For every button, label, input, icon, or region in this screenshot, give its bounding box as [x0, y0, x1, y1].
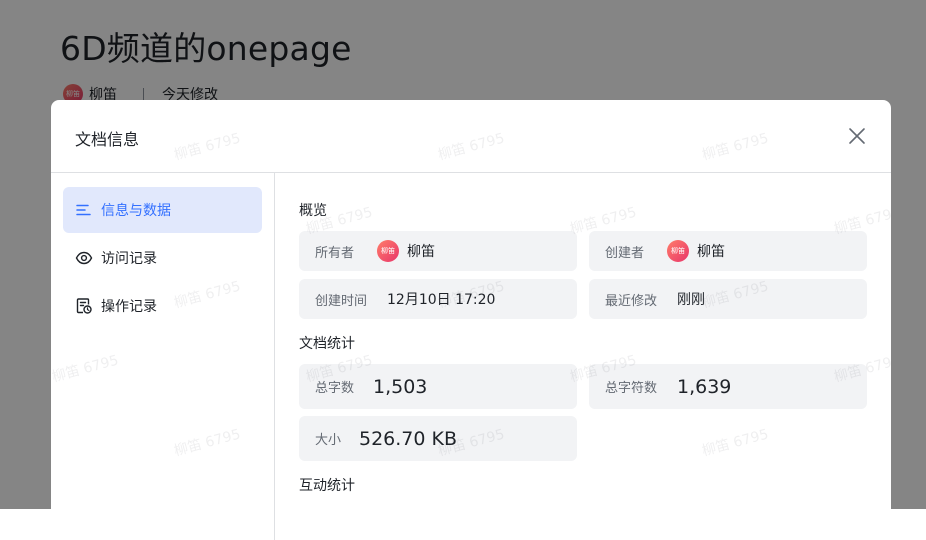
- modal-header: 文档信息: [51, 100, 891, 173]
- owner-card: 所有者 柳笛 柳笛: [299, 231, 577, 271]
- creator-avatar: 柳笛: [667, 240, 689, 262]
- file-size-label: 大小: [315, 433, 342, 448]
- owner-label: 所有者: [315, 245, 355, 261]
- nav-item-label: 操作记录: [101, 299, 157, 315]
- word-count-card: 总字数 1,503: [299, 364, 577, 409]
- file-size-card: 大小 526.70 KB: [299, 416, 577, 461]
- overview-title: 概览: [299, 203, 327, 219]
- list-icon: [76, 204, 91, 216]
- nav-item-label: 访问记录: [101, 251, 157, 267]
- creator-label: 创建者: [605, 245, 645, 261]
- created-time-value: 12月10日 17:20: [387, 292, 496, 308]
- modal-sidebar: 信息与数据 访问记录 操作记录: [51, 173, 275, 540]
- word-count-label: 总字数: [315, 381, 355, 396]
- modified-time-label: 最近修改: [605, 293, 658, 309]
- word-count-value: 1,503: [373, 375, 428, 398]
- owner-name: 柳笛: [407, 244, 435, 260]
- creator-value[interactable]: 柳笛 柳笛: [667, 240, 725, 262]
- eye-icon: [75, 251, 93, 265]
- close-button[interactable]: [847, 126, 867, 146]
- doc-stats-title: 文档统计: [299, 336, 355, 352]
- modal-content: 概览 所有者 柳笛 柳笛 创建者 柳笛 柳笛 创建时间 12月10日 17:20…: [275, 173, 891, 540]
- char-count-card: 总字符数 1,639: [589, 364, 867, 409]
- doc-clock-icon: [76, 298, 92, 314]
- created-time-label: 创建时间: [315, 293, 368, 309]
- creator-name: 柳笛: [697, 244, 725, 260]
- nav-item-operation-records[interactable]: 操作记录: [63, 283, 262, 329]
- char-count-label: 总字符数: [605, 381, 658, 396]
- nav-item-visit-records[interactable]: 访问记录: [63, 235, 262, 281]
- modified-time-value: 刚刚: [677, 292, 705, 308]
- created-time-card: 创建时间 12月10日 17:20: [299, 279, 577, 319]
- nav-item-info-data[interactable]: 信息与数据: [63, 187, 262, 233]
- char-count-value: 1,639: [677, 375, 732, 398]
- modified-time-card: 最近修改 刚刚: [589, 279, 867, 319]
- nav-item-label: 信息与数据: [101, 203, 171, 219]
- owner-avatar: 柳笛: [377, 240, 399, 262]
- interaction-stats-title: 互动统计: [299, 478, 355, 494]
- doc-info-modal: 文档信息 信息与数据 访问记录 操作记录 概览 所有者 柳笛 柳笛 创建者 柳笛…: [51, 100, 891, 540]
- modal-title: 文档信息: [75, 130, 140, 149]
- owner-value[interactable]: 柳笛 柳笛: [377, 240, 435, 262]
- file-size-value: 526.70 KB: [359, 427, 458, 450]
- close-icon: [849, 128, 865, 144]
- creator-card: 创建者 柳笛 柳笛: [589, 231, 867, 271]
